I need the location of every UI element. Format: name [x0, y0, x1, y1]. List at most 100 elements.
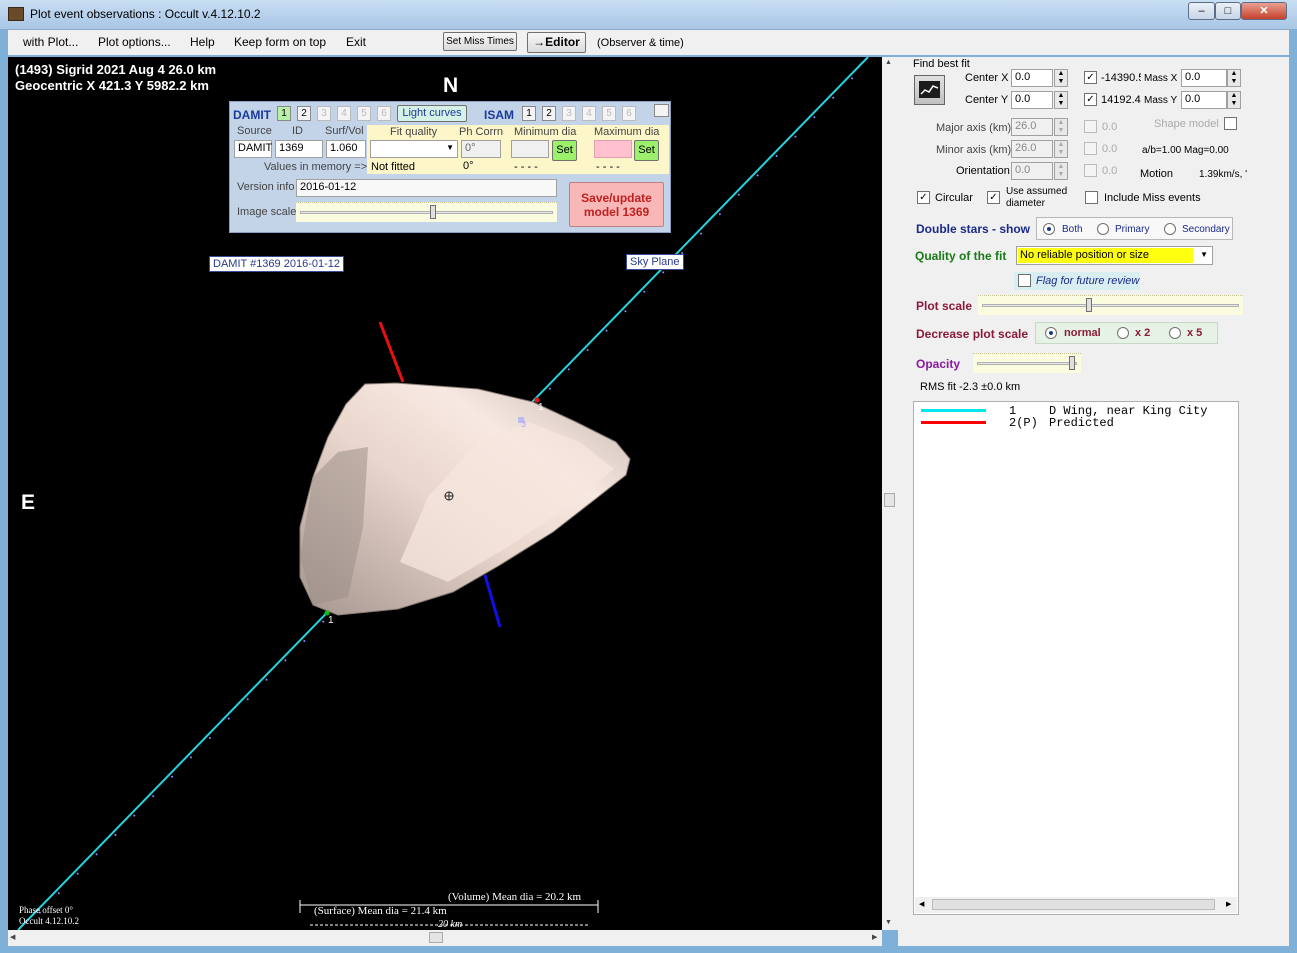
- scroll-thumb[interactable]: [932, 899, 1215, 910]
- center-x-field[interactable]: 0.0: [1011, 69, 1053, 87]
- circular-checkbox[interactable]: ✓: [917, 191, 930, 204]
- menu-exit[interactable]: Exit: [346, 35, 366, 49]
- damit-model-4-button[interactable]: 4: [337, 106, 351, 121]
- scroll-right-icon[interactable]: ▶: [872, 933, 877, 941]
- isam-model-5-button[interactable]: 5: [602, 106, 616, 121]
- chord-tick: [246, 698, 249, 701]
- opacity-slider[interactable]: [973, 353, 1081, 373]
- shape-model-checkbox[interactable]: [1224, 117, 1237, 130]
- damit-model-3-button[interactable]: 3: [317, 106, 331, 121]
- close-button[interactable]: ✕: [1241, 2, 1287, 20]
- chord-legend-list[interactable]: 1 D Wing, near King City 2(P) Predicted …: [913, 401, 1239, 915]
- primary-label: Primary: [1115, 224, 1150, 235]
- fit-quality-select[interactable]: ▼: [370, 140, 458, 158]
- x2-radio[interactable]: [1117, 327, 1129, 339]
- damit-model-2-button[interactable]: 2: [297, 106, 311, 121]
- fit-control-panel: Find best fit Center X 0.0 ▲ ▼ Center Y 0…: [898, 57, 1289, 946]
- scroll-left-icon[interactable]: ◀: [10, 933, 15, 941]
- scroll-left-icon[interactable]: ◀: [919, 900, 924, 908]
- legend-hscrollbar[interactable]: ◀ ▶: [915, 897, 1237, 913]
- minor-axis-spinner[interactable]: ▲ ▼: [1054, 140, 1068, 158]
- minor-axis-checkbox[interactable]: [1084, 142, 1097, 155]
- panel-toggle-button[interactable]: [654, 104, 669, 117]
- flag-review-checkbox[interactable]: [1018, 274, 1031, 287]
- maximize-button[interactable]: □: [1215, 2, 1241, 20]
- mass-y-label: Mass Y: [1144, 95, 1178, 106]
- both-radio[interactable]: [1043, 223, 1055, 235]
- find-best-fit-button[interactable]: [914, 75, 945, 105]
- center-y-field[interactable]: 0.0: [1011, 91, 1053, 109]
- min-dia-field[interactable]: [511, 140, 549, 158]
- menu-keep-on-top[interactable]: Keep form on top: [234, 35, 326, 49]
- center-y-spinner[interactable]: ▲ ▼: [1054, 91, 1068, 109]
- use-assumed-diameter-checkbox[interactable]: ✓: [987, 191, 1000, 204]
- isam-model-1-button[interactable]: 1: [522, 106, 536, 121]
- fit-x-checkbox[interactable]: ✓: [1084, 71, 1097, 84]
- shape-model-label: Shape model: [1154, 118, 1219, 130]
- menu-plot-options[interactable]: Plot options...: [98, 35, 171, 49]
- id-field[interactable]: 1369: [275, 140, 323, 158]
- isam-model-6-button[interactable]: 6: [622, 106, 636, 121]
- save-update-model-button[interactable]: Save/update model 1369: [569, 182, 664, 227]
- scroll-up-icon[interactable]: ▲: [885, 59, 892, 66]
- set-max-button[interactable]: Set: [634, 140, 659, 161]
- source-field[interactable]: DAMIT: [234, 140, 272, 158]
- chord-tick: [851, 77, 854, 80]
- mass-x-field[interactable]: 0.0: [1181, 69, 1227, 87]
- chord-tick: [662, 271, 665, 274]
- orientation-checkbox[interactable]: [1084, 164, 1097, 177]
- major-axis-checkbox[interactable]: [1084, 120, 1097, 133]
- plot-scale-slider[interactable]: [978, 295, 1243, 315]
- x5-radio[interactable]: [1169, 327, 1181, 339]
- chord-tick: [303, 640, 306, 642]
- damit-model-5-button[interactable]: 5: [357, 106, 371, 121]
- damit-model-6-button[interactable]: 6: [377, 106, 391, 121]
- major-axis-spinner[interactable]: ▲ ▼: [1054, 118, 1068, 136]
- image-scale-slider[interactable]: [296, 202, 557, 222]
- major-axis-field[interactable]: 26.0: [1011, 118, 1053, 136]
- scroll-down-icon[interactable]: ▼: [885, 919, 892, 926]
- fit-y-value: 14192.4: [1101, 94, 1141, 106]
- plot-horizontal-scrollbar[interactable]: ◀ ▶: [8, 930, 882, 946]
- scroll-thumb[interactable]: [884, 493, 895, 507]
- chord-tick: [624, 310, 627, 313]
- scroll-right-icon[interactable]: ▶: [1226, 900, 1231, 908]
- isam-model-2-button[interactable]: 2: [542, 106, 556, 121]
- minimize-button[interactable]: –: [1188, 2, 1215, 20]
- primary-radio[interactable]: [1097, 223, 1109, 235]
- plot-vertical-scrollbar[interactable]: ▲ ▼: [882, 57, 898, 930]
- max-dia-field[interactable]: [594, 140, 632, 158]
- isam-model-4-button[interactable]: 4: [582, 106, 596, 121]
- fit-quality-header: Fit quality: [390, 126, 438, 138]
- light-curves-button[interactable]: Light curves: [397, 105, 467, 122]
- chart-icon: [919, 81, 940, 98]
- menu-with-plot[interactable]: with Plot...: [23, 35, 78, 49]
- secondary-radio[interactable]: [1164, 223, 1176, 235]
- minor-axis-fit-value: 0.0: [1102, 143, 1118, 155]
- geocentric-header: Geocentric X 421.3 Y 5982.2 km: [15, 78, 209, 93]
- ph-corr-field[interactable]: 0°: [461, 140, 501, 158]
- editor-button[interactable]: →Editor: [527, 32, 586, 53]
- normal-radio[interactable]: [1045, 327, 1057, 339]
- orientation-spinner[interactable]: ▲ ▼: [1054, 162, 1068, 180]
- scroll-thumb[interactable]: [429, 932, 443, 943]
- minor-axis-field[interactable]: 26.0: [1011, 140, 1053, 158]
- damit-model-1-button[interactable]: 1: [277, 106, 291, 121]
- isam-model-3-button[interactable]: 3: [562, 106, 576, 121]
- chevron-down-icon: ▼: [1200, 250, 1208, 259]
- chord-tick: [794, 135, 797, 138]
- mass-y-spinner[interactable]: ▲ ▼: [1227, 91, 1241, 109]
- quality-of-fit-select[interactable]: No reliable position or size ▼: [1016, 246, 1213, 265]
- menu-help[interactable]: Help: [190, 35, 215, 49]
- set-miss-times-button[interactable]: Set Miss Times: [443, 32, 517, 51]
- center-x-spinner[interactable]: ▲ ▼: [1054, 69, 1068, 87]
- include-miss-checkbox[interactable]: [1085, 191, 1098, 204]
- surfvol-field[interactable]: 1.060: [326, 140, 366, 158]
- mass-x-spinner[interactable]: ▲ ▼: [1227, 69, 1241, 87]
- set-min-button[interactable]: Set: [552, 140, 577, 161]
- chord-tick: [171, 775, 174, 778]
- orientation-field[interactable]: 0.0: [1011, 162, 1053, 180]
- version-info-field[interactable]: 2016-01-12: [296, 179, 557, 197]
- fit-y-checkbox[interactable]: ✓: [1084, 93, 1097, 106]
- mass-y-field[interactable]: 0.0: [1181, 91, 1227, 109]
